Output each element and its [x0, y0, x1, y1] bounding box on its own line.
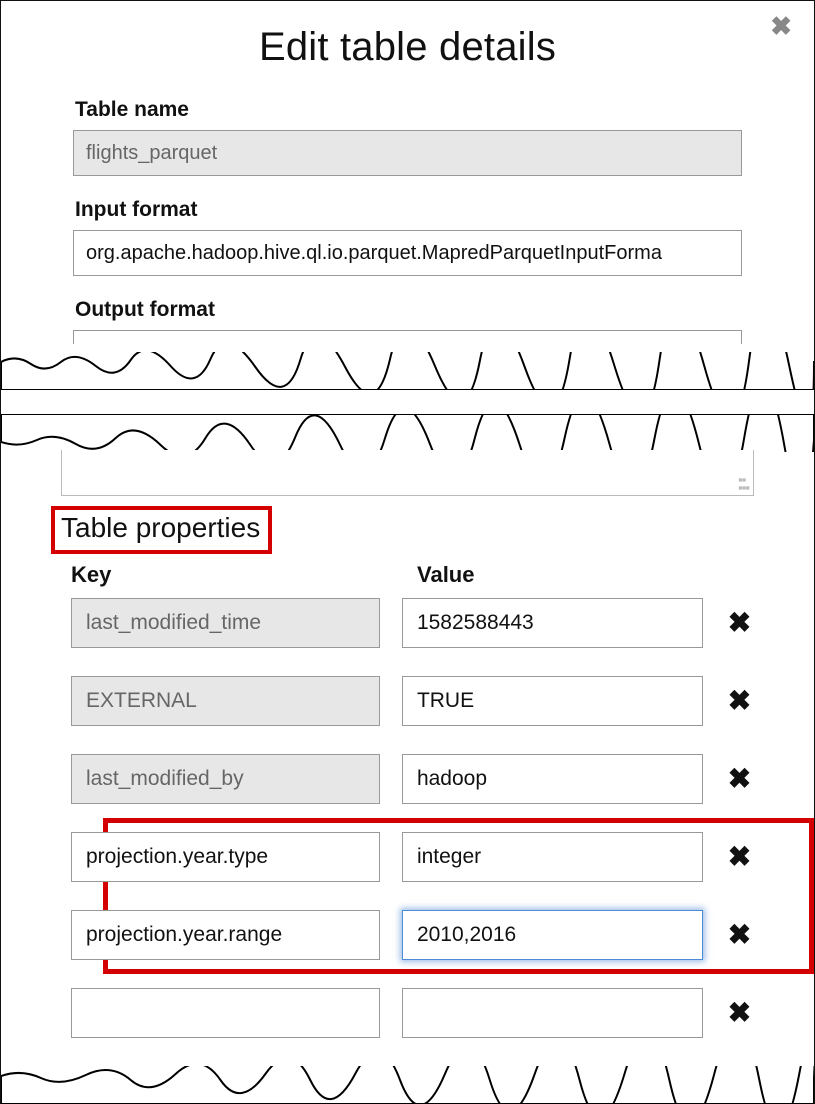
highlight-table-properties-heading: Table properties [51, 506, 272, 554]
table-property-row [61, 832, 754, 882]
dialog-title: Edit table details [1, 25, 814, 70]
table-name-input [73, 130, 742, 176]
output-format-input[interactable] [73, 330, 742, 344]
input-format-input[interactable] [73, 230, 742, 276]
property-key-input [71, 598, 380, 648]
table-name-label: Table name [75, 98, 742, 122]
property-value-input[interactable] [402, 676, 703, 726]
property-key-input[interactable] [71, 988, 380, 1038]
property-key-input[interactable] [71, 910, 380, 960]
property-key-input [71, 676, 380, 726]
torn-edge-lower [1, 1066, 814, 1104]
table-property-row [61, 598, 754, 648]
table-property-row [61, 988, 754, 1038]
input-format-label: Input format [75, 198, 742, 222]
property-key-input[interactable] [71, 832, 380, 882]
property-value-input[interactable] [402, 832, 703, 882]
column-header-key: Key [71, 562, 389, 588]
delete-row-icon[interactable] [725, 843, 754, 871]
output-format-label: Output format [75, 298, 742, 322]
property-value-input[interactable] [402, 754, 703, 804]
table-property-row [61, 910, 754, 960]
property-value-input[interactable] [402, 598, 703, 648]
delete-row-icon[interactable] [725, 921, 754, 949]
torn-edge-top [1, 352, 814, 390]
delete-row-icon[interactable] [725, 765, 754, 793]
torn-edge-bottom [1, 414, 814, 452]
property-value-input[interactable] [402, 910, 703, 960]
table-property-row [61, 676, 754, 726]
column-header-value: Value [417, 562, 754, 588]
property-key-input [71, 754, 380, 804]
close-icon[interactable] [770, 13, 792, 39]
resize-grip-icon: ▪▪▪▪▪ [738, 476, 749, 492]
description-textarea[interactable]: ▪▪▪▪▪ [61, 450, 754, 496]
delete-row-icon[interactable] [725, 609, 754, 637]
delete-row-icon[interactable] [725, 999, 754, 1027]
property-value-input[interactable] [402, 988, 703, 1038]
table-properties-heading: Table properties [61, 512, 260, 544]
delete-row-icon[interactable] [725, 687, 754, 715]
table-property-row [61, 754, 754, 804]
